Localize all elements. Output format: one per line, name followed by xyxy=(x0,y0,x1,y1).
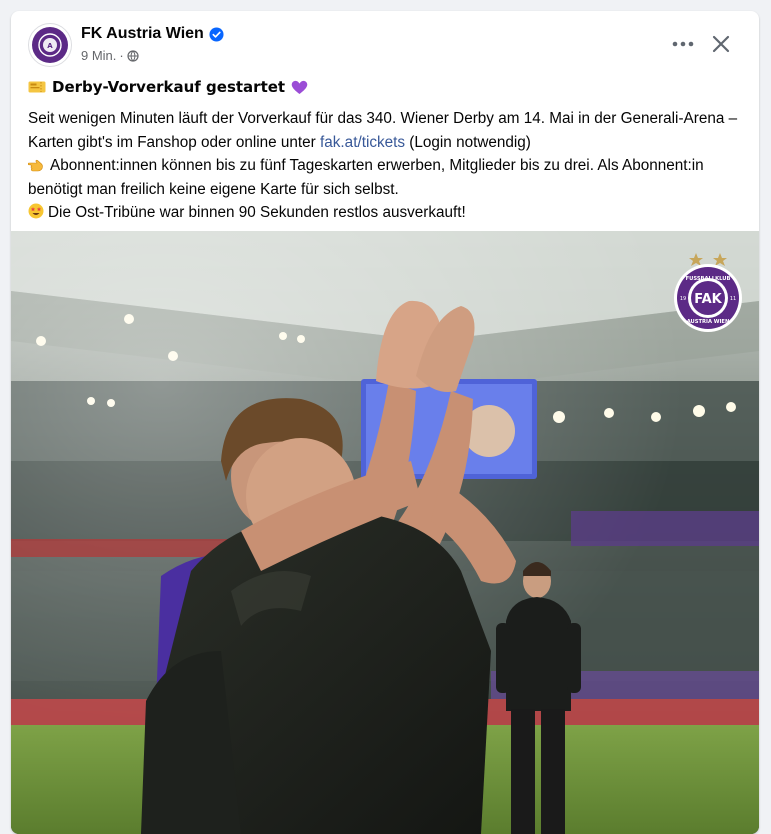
close-icon xyxy=(712,35,730,53)
pointing-hand-icon xyxy=(28,158,46,172)
close-button[interactable] xyxy=(705,28,737,60)
more-options-button[interactable] xyxy=(665,31,701,57)
post-paragraph-1: Seit wenigen Minuten läuft der Vorverkau… xyxy=(28,107,744,154)
ticket-icon xyxy=(28,80,46,94)
post-paragraph-2: Abonnent:innen können bis zu fünf Tagesk… xyxy=(28,154,744,201)
post-title-text: Derby-Vorverkauf gestartet xyxy=(52,78,286,96)
svg-text:A: A xyxy=(47,42,53,50)
avatar[interactable]: A xyxy=(28,23,72,67)
star-struck-icon xyxy=(28,203,44,219)
post-meta: 9 Min. · xyxy=(81,48,139,63)
post-body: Seit wenigen Minuten läuft der Vorverkau… xyxy=(28,107,744,225)
meta-separator: · xyxy=(119,48,124,63)
purple-heart-icon xyxy=(291,80,308,95)
club-badge-bottom-text: AUSTRIA WIEN xyxy=(687,319,730,325)
page-name[interactable]: FK Austria Wien xyxy=(81,25,224,43)
club-logo-icon: A xyxy=(32,27,68,63)
body-line1-post: (Login notwendig) xyxy=(405,133,531,151)
post-photo[interactable]: FAK FUSSBALLKLUB AUSTRIA WIEN 19 11 xyxy=(11,231,759,834)
club-badge-top-text: FUSSBALLKLUB xyxy=(686,276,731,282)
post-title: Derby-Vorverkauf gestartet xyxy=(28,78,308,96)
tickets-link[interactable]: fak.at/tickets xyxy=(320,134,405,151)
globe-icon xyxy=(127,49,139,62)
page-name-text[interactable]: FK Austria Wien xyxy=(81,25,204,43)
timestamp[interactable]: 9 Min. xyxy=(81,48,116,63)
club-badge-year-right: 11 xyxy=(730,296,736,302)
ellipsis-icon xyxy=(672,41,694,47)
club-badge-year-left: 19 xyxy=(680,296,686,302)
post-header: A FK Austria Wien 9 Min. · xyxy=(11,11,759,77)
verified-badge-icon xyxy=(209,26,224,42)
body-line2: Abonnent:innen können bis zu fünf Tagesk… xyxy=(28,157,704,198)
body-line3: Die Ost-Tribüne war binnen 90 Sekunden r… xyxy=(48,204,466,221)
club-badge-letters: FAK xyxy=(694,292,722,307)
post-paragraph-3: Die Ost-Tribüne war binnen 90 Sekunden r… xyxy=(28,201,744,225)
post-card: A FK Austria Wien 9 Min. · Derby-Vorverk… xyxy=(11,11,759,834)
